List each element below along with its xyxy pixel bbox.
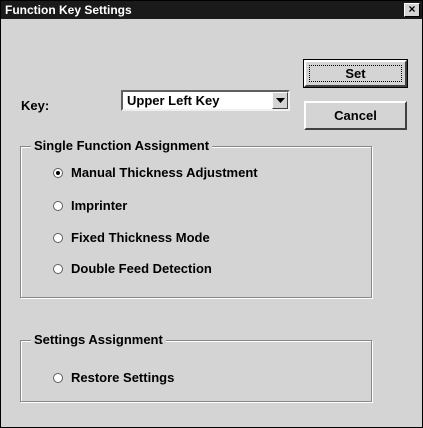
cancel-button-label: Cancel xyxy=(334,108,377,123)
radio-double-feed[interactable]: Double Feed Detection xyxy=(53,261,212,276)
radio-button[interactable] xyxy=(53,263,63,274)
single-function-legend: Single Function Assignment xyxy=(31,138,213,153)
title-bar: Function Key Settings × xyxy=(1,1,422,19)
radio-label: Imprinter xyxy=(71,198,128,213)
key-select-dropdown-button[interactable] xyxy=(272,92,288,109)
radio-button[interactable] xyxy=(53,200,63,211)
radio-label: Restore Settings xyxy=(71,370,175,385)
radio-restore-settings[interactable]: Restore Settings xyxy=(53,370,174,385)
radio-label: Fixed Thickness Mode xyxy=(71,230,210,245)
cancel-button[interactable]: Cancel xyxy=(304,101,407,130)
radio-button-selected[interactable] xyxy=(53,167,63,178)
function-key-settings-dialog: Function Key Settings × Set Cancel Key: … xyxy=(0,0,423,428)
radio-button[interactable] xyxy=(53,232,63,243)
chevron-down-icon xyxy=(276,98,285,103)
dialog-title: Function Key Settings xyxy=(5,3,132,17)
radio-dot xyxy=(56,170,60,175)
focus-indicator xyxy=(309,65,402,82)
close-icon: × xyxy=(408,2,416,16)
settings-assignment-legend: Settings Assignment xyxy=(31,332,166,347)
set-button[interactable]: Set xyxy=(303,59,408,88)
key-select[interactable]: Upper Left Key xyxy=(121,90,290,111)
key-label: Key: xyxy=(21,98,50,113)
key-select-value: Upper Left Key xyxy=(127,93,220,108)
radio-manual-thickness[interactable]: Manual Thickness Adjustment xyxy=(53,165,258,180)
close-button[interactable]: × xyxy=(404,3,420,17)
radio-imprinter[interactable]: Imprinter xyxy=(53,198,127,213)
radio-label: Double Feed Detection xyxy=(71,261,212,276)
radio-button[interactable] xyxy=(53,372,63,383)
radio-label: Manual Thickness Adjustment xyxy=(71,165,258,180)
radio-fixed-thickness[interactable]: Fixed Thickness Mode xyxy=(53,230,210,245)
